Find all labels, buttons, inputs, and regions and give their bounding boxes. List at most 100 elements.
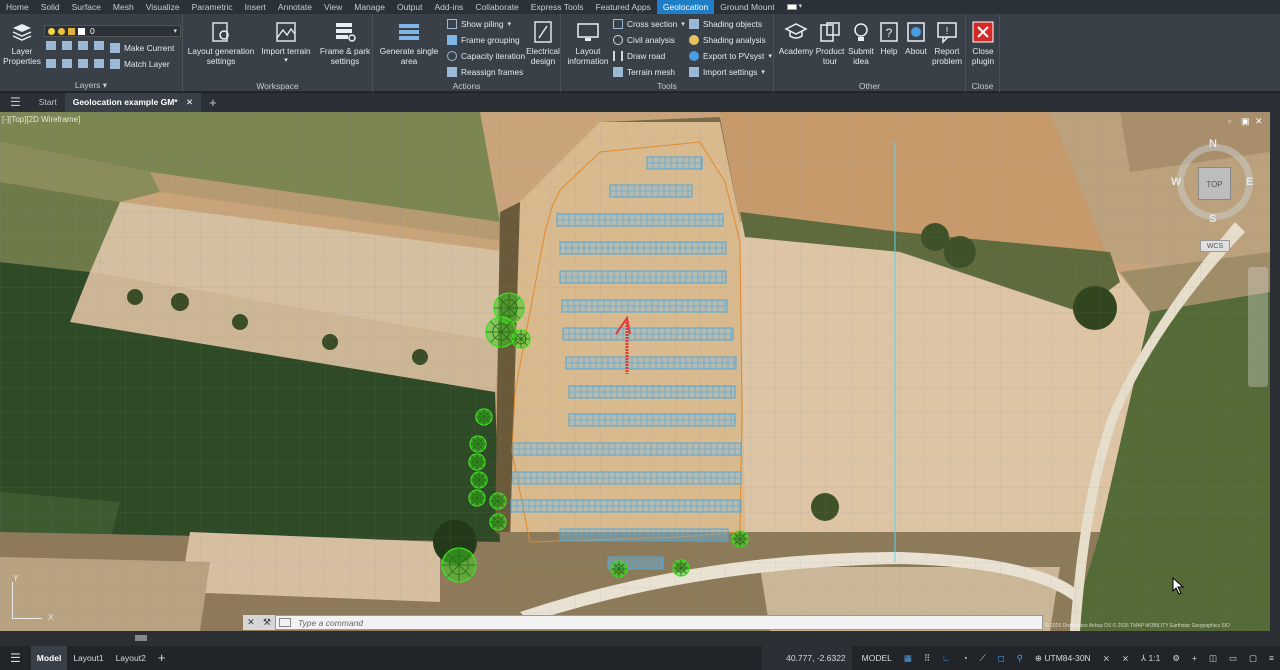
ribbon-tab-output[interactable]: Output xyxy=(391,0,429,14)
match-layer-button[interactable]: Match Layer xyxy=(110,57,170,71)
restore-viewport-icon[interactable]: ▣ xyxy=(1241,116,1250,127)
capacity-iteration-button[interactable]: Capacity iteration xyxy=(447,49,525,63)
make-current-button[interactable]: Make Current xyxy=(110,41,174,55)
language-flag-icon[interactable]: ▾ xyxy=(781,0,809,14)
active-drawing-tab[interactable]: Geolocation example GM* ✕ xyxy=(64,93,202,112)
horizontal-scroll-thumb[interactable] xyxy=(135,635,147,641)
compass-south[interactable]: S xyxy=(1209,213,1216,225)
layer-freeze-icon[interactable] xyxy=(78,41,88,50)
show-piling-button[interactable]: Show piling ▾ xyxy=(447,17,511,31)
new-tab-button[interactable]: + xyxy=(201,93,225,112)
isolate-objects-icon[interactable]: ◫ xyxy=(1203,646,1223,670)
product-tour-button[interactable]: Product tour xyxy=(814,20,846,66)
import-terrain-button[interactable]: Import terrain ▾ xyxy=(257,20,315,66)
layers-panel-title[interactable]: Layers ▾ xyxy=(0,80,182,91)
ribbon-tab-annotate[interactable]: Annotate xyxy=(272,0,318,14)
layer-properties-button[interactable]: Layer Properties xyxy=(3,20,41,66)
polar-tracking-icon[interactable]: ◔ xyxy=(957,646,974,670)
clean-screen-icon[interactable]: ▢ xyxy=(1243,646,1263,670)
annotation-visibility-icon[interactable]: ⨯ xyxy=(1097,646,1116,670)
terrain-mesh-button[interactable]: Terrain mesh xyxy=(613,65,675,79)
civil-analysis-button[interactable]: Civil analysis xyxy=(613,33,675,47)
layer-off-icon[interactable] xyxy=(62,41,72,50)
layer-unisolate-icon[interactable] xyxy=(46,59,56,68)
ribbon-tab-geolocation[interactable]: Geolocation xyxy=(656,0,715,14)
ribbon-tab-express-tools[interactable]: Express Tools xyxy=(525,0,590,14)
shading-analysis-button[interactable]: Shading analysis xyxy=(689,33,766,47)
ribbon-tab-mesh[interactable]: Mesh xyxy=(107,0,140,14)
viewport-label[interactable]: [-][Top][2D Wireframe] xyxy=(2,115,80,124)
draw-road-button[interactable]: Draw road xyxy=(613,49,665,63)
ribbon-tab-collaborate[interactable]: Collaborate xyxy=(469,0,524,14)
reassign-frames-button[interactable]: Reassign frames xyxy=(447,65,523,79)
annotation-scale-button[interactable]: ⅄ 1:1 xyxy=(1135,646,1166,670)
layer-on-icon[interactable] xyxy=(62,59,72,68)
layer-isolate-icon[interactable] xyxy=(46,41,56,50)
layer-unlock-icon[interactable] xyxy=(94,59,104,68)
annotation-autoscale-icon[interactable]: ⨯ xyxy=(1116,646,1135,670)
navigation-bar[interactable] xyxy=(1248,267,1268,387)
frame-grouping-button[interactable]: Frame grouping xyxy=(447,33,520,47)
plus-icon[interactable]: + xyxy=(1186,646,1203,670)
export-pvsyst-button[interactable]: Export to PVsyst ▾ xyxy=(689,49,772,63)
close-icon[interactable]: ✕ xyxy=(247,617,255,628)
add-layout-button[interactable]: + xyxy=(152,646,172,670)
ribbon-tab-insert[interactable]: Insert xyxy=(239,0,272,14)
layout-tab-layout1[interactable]: Layout1 xyxy=(67,646,109,670)
layer-dropdown[interactable]: 0 ▾ xyxy=(44,25,181,37)
app-menu-icon[interactable]: ☰ xyxy=(0,93,31,112)
viewcube-top-face[interactable]: TOP xyxy=(1198,167,1231,200)
layout-information-button[interactable]: Layout information xyxy=(564,20,612,66)
minimize-viewport-icon[interactable]: ▫ xyxy=(1228,116,1231,126)
ribbon-tab-add-ins[interactable]: Add-ins xyxy=(428,0,469,14)
snap-mode-icon[interactable]: ⠿ xyxy=(918,646,936,670)
object-snap-icon[interactable]: ◻ xyxy=(992,646,1011,670)
frame-park-settings-button[interactable]: Frame & park settings xyxy=(316,20,374,66)
ortho-mode-icon[interactable]: ∟ xyxy=(936,646,956,670)
layout-generation-settings-button[interactable]: Layout generation settings xyxy=(186,20,256,66)
compass-west[interactable]: W xyxy=(1171,176,1181,188)
ribbon-tab-view[interactable]: View xyxy=(318,0,348,14)
location-pin-icon[interactable]: ⚲ xyxy=(1011,646,1029,670)
layout-tab-model[interactable]: Model xyxy=(30,646,68,670)
ribbon-tab-manage[interactable]: Manage xyxy=(348,0,391,14)
status-menu-icon[interactable]: ☰ xyxy=(0,646,31,670)
hardware-acceleration-icon[interactable]: ▭ xyxy=(1223,646,1243,670)
start-tab[interactable]: Start xyxy=(31,93,65,112)
coordinate-system-button[interactable]: ⊕ UTM84-30N xyxy=(1029,646,1097,670)
academy-button[interactable]: Academy xyxy=(778,20,814,56)
ribbon-tab-featured-apps[interactable]: Featured Apps xyxy=(590,0,657,14)
import-settings-button[interactable]: Import settings ▾ xyxy=(689,65,765,79)
layout-tab-layout2[interactable]: Layout2 xyxy=(110,646,152,670)
layer-lock-icon[interactable] xyxy=(94,41,104,50)
horizontal-scrollbar[interactable] xyxy=(0,631,1280,646)
model-space-toggle[interactable]: MODEL xyxy=(856,646,898,670)
wrench-icon[interactable]: ⚒ xyxy=(263,617,271,628)
close-icon[interactable]: ✕ xyxy=(186,97,193,107)
gear-icon[interactable]: ⚙ xyxy=(1166,646,1186,670)
help-button[interactable]: ? Help xyxy=(876,20,902,56)
ribbon-tab-solid[interactable]: Solid xyxy=(35,0,66,14)
cursor-coordinates[interactable]: 40.777, -2.6322 xyxy=(761,646,852,670)
grid-toggle-icon[interactable]: ▦ xyxy=(898,646,918,670)
isometric-drafting-icon[interactable]: ⟋ xyxy=(974,646,992,670)
close-plugin-button[interactable]: Close plugin xyxy=(968,20,998,66)
about-button[interactable]: About xyxy=(902,20,930,56)
shading-objects-button[interactable]: Shading objects xyxy=(689,17,762,31)
ribbon-tab-home[interactable]: Home xyxy=(0,0,35,14)
close-viewport-icon[interactable]: ✕ xyxy=(1255,116,1263,127)
ribbon-tab-ground-mount[interactable]: Ground Mount xyxy=(714,0,780,14)
cross-section-button[interactable]: Cross section ▾ xyxy=(613,17,685,31)
customize-icon[interactable]: ≡ xyxy=(1263,646,1280,670)
vertical-scrollbar[interactable] xyxy=(1270,112,1280,631)
wcs-menu[interactable]: WCS xyxy=(1200,240,1230,252)
compass-north[interactable]: N xyxy=(1209,138,1217,150)
compass-east[interactable]: E xyxy=(1246,176,1253,188)
electrical-design-button[interactable]: Electrical design xyxy=(525,20,561,66)
generate-single-area-button[interactable]: Generate single area xyxy=(376,20,442,66)
ribbon-tab-surface[interactable]: Surface xyxy=(66,0,107,14)
layer-thaw-icon[interactable] xyxy=(78,59,88,68)
report-problem-button[interactable]: ! Report problem xyxy=(930,20,964,66)
command-input[interactable]: Type a command xyxy=(275,615,1043,630)
ribbon-tab-visualize[interactable]: Visualize xyxy=(140,0,186,14)
